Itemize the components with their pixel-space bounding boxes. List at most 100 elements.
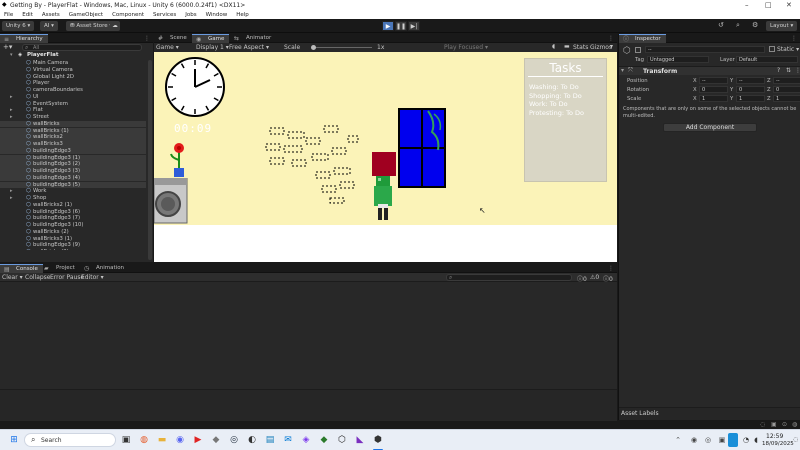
menu-window[interactable]: Window [206,12,228,18]
hierarchy-item[interactable]: ▸ ⬡ Street [0,114,146,121]
hierarchy-item[interactable]: ⬡wallBricks (3) [0,249,146,250]
game-viewport[interactable]: 00:09 Tasks Washing: To Do Shopping: To … [154,52,617,262]
error-pause-button[interactable]: Error Pause [50,274,84,281]
hierarchy-item[interactable]: ⬡ wallBricks [0,120,146,128]
transform-field-x[interactable]: 1 [699,95,728,102]
hierarchy-item[interactable]: ⬡ wallBricks2 (1) [0,202,146,209]
tray-app-icon[interactable]: ▣ [716,434,728,446]
add-component-button[interactable]: Add Component [663,123,757,132]
panel-menu-icon[interactable]: ⋮ [608,265,614,272]
hierarchy-item[interactable]: ⬡ wallBricks2 [0,134,146,141]
hierarchy-item[interactable]: ⬡ buildingEdge3 (4) [0,174,146,182]
shortcuts-icon[interactable]: ▬ [564,43,570,50]
expand-arrow-icon[interactable]: ▸ [10,114,13,121]
gizmos-button[interactable]: Gizmos [590,44,612,51]
layout-dropdown[interactable]: Layout ▾ [766,21,798,31]
transform-field-z[interactable]: -- [773,77,800,84]
expand-arrow-icon[interactable]: ▾ [621,67,624,74]
console-search-input[interactable]: ⌕ [446,274,572,281]
preset-icon[interactable]: ⇅ [786,67,791,74]
menu-component[interactable]: Component [112,12,144,18]
tab-animation[interactable]: ◷ Animation [80,264,129,273]
maximize-button[interactable]: □ [765,1,772,9]
status-icon-d[interactable]: ◍ [792,421,797,428]
undo-history-icon[interactable]: ↺ [718,21,724,29]
expand-arrow-icon[interactable]: ▸ [10,188,13,195]
menu-file[interactable]: File [4,12,13,18]
expand-arrow-icon[interactable]: ▸ [10,195,13,202]
search-icon[interactable]: ⌕ [736,21,740,30]
static-checkbox[interactable] [769,46,775,52]
gizmos-dropdown-icon[interactable]: ▾ [610,43,613,50]
clock-date[interactable]: 18/09/2025 [762,441,794,447]
visual-studio-icon[interactable]: ◣ [354,434,366,446]
transform-field-x[interactable]: -- [699,77,728,84]
display-dropdown[interactable]: Display 1 ▾ [196,44,229,51]
hierarchy-search-input[interactable]: ⌕ All [22,44,142,51]
step-button[interactable]: ▶| [408,21,420,31]
hierarchy-item[interactable]: ⬡ buildingEdge3 [0,147,146,155]
panel-menu-icon[interactable]: ⋮ [791,35,797,42]
unity-hub-icon[interactable]: ⬡ [336,434,348,446]
play-button[interactable]: ▶ [382,21,394,31]
clock-time[interactable]: 12:59 [766,433,783,440]
tag-dropdown[interactable]: Untagged [647,56,709,63]
windows-start-icon[interactable]: ⊞ [8,434,20,446]
hierarchy-item[interactable]: ⬡ wallBricks (1) [0,127,146,135]
tray-discord-icon[interactable]: ◉ [688,434,700,446]
discord-icon[interactable]: ◉ [174,434,186,446]
tab-hierarchy[interactable]: ≡ Hierarchy [0,34,48,43]
transform-field-y[interactable]: 1 [736,95,765,102]
scale-slider[interactable] [312,47,372,48]
notification-icon[interactable]: ◌ [793,436,798,443]
panel-menu-icon[interactable]: ⋮ [608,35,614,42]
play-focused-dropdown[interactable]: Play Focused ▾ [444,44,488,51]
layer-dropdown[interactable]: Default [736,56,798,63]
component-menu-icon[interactable]: ⋮ [795,67,800,74]
photos-icon[interactable]: ▤ [264,434,276,446]
tab-animator[interactable]: ⇆ Animator [230,34,276,43]
transform-field-y[interactable]: -- [736,77,765,84]
hierarchy-item[interactable]: ⬡ Main Camera [0,60,146,67]
log-count[interactable]: ⓘ0 [577,274,587,283]
tray-steam-icon[interactable]: ◎ [702,434,714,446]
transform-header[interactable]: ▾ ⤧ Transform ? ⇅ ⋮ [619,66,800,75]
transform-field-z[interactable]: 1 [773,95,800,102]
taskbar-search[interactable]: ⌕ Search [24,433,116,447]
game-mode-dropdown[interactable]: Game ▾ [156,44,179,51]
hierarchy-item[interactable]: ⬡ Global Light 2D [0,74,146,81]
pause-button[interactable]: ❚❚ [395,21,407,31]
tab-project[interactable]: ▰ Project [40,264,80,273]
name-field[interactable]: -- [645,46,765,53]
hierarchy-root-row[interactable]: ▾ ◈ PlayerFlat [0,52,153,60]
app-icon-1[interactable]: ◆ [210,434,222,446]
mute-audio-icon[interactable]: ◖ [552,43,555,50]
hierarchy-item[interactable]: ⬡ wallBricks3 (1) [0,236,146,243]
account-button[interactable]: Unity 6 ▾ [2,21,35,31]
menu-edit[interactable]: Edit [22,12,33,18]
stats-button[interactable]: Stats [573,44,588,51]
file-explorer-icon[interactable]: ▬ [156,434,168,446]
close-button[interactable]: ✕ [786,1,792,9]
add-icon[interactable]: +▾ [3,43,12,51]
hierarchy-item[interactable]: ⬡ buildingEdge3 (5) [0,181,146,189]
transform-field-x[interactable]: 0 [699,86,728,93]
static-dropdown[interactable]: Static ▾ [777,46,799,53]
hierarchy-item[interactable]: ▸ ⬡ Work [0,188,146,195]
expand-arrow-icon[interactable]: ▸ [10,94,13,101]
app-icon-2[interactable]: ◐ [246,434,258,446]
tab-console[interactable]: ▤ Console [0,264,43,273]
hierarchy-item[interactable]: ▸ ⬡ Shop [0,195,146,202]
status-icon-c[interactable]: ⊙ [782,421,787,428]
hierarchy-item[interactable]: ⬡ buildingEdge3 (9) [0,242,146,249]
hierarchy-item[interactable]: ⬡ buildingEdge3 (1) [0,154,146,162]
transform-field-y[interactable]: 0 [736,86,765,93]
bluetooth-icon[interactable] [728,433,738,447]
clear-dropdown[interactable]: Clear ▾ [2,274,23,281]
hierarchy-item[interactable]: ⬡ buildingEdge3 (7) [0,215,146,222]
panel-menu-icon[interactable]: ⋮ [144,35,150,42]
app-icon-3[interactable]: ◈ [300,434,312,446]
hierarchy-item[interactable]: ⬡ wallBricks (2) [0,229,146,236]
hierarchy-scrollbar[interactable] [148,60,152,260]
hierarchy-item[interactable]: ⬡ wallBricks3 [0,141,146,148]
